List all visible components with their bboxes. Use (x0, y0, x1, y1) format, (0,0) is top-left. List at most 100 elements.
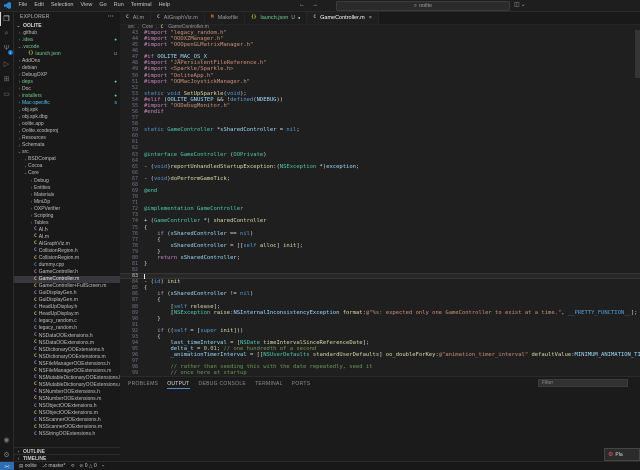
repo-status-item[interactable]: ▤ oolite (19, 463, 37, 469)
tree-item[interactable]: CNSNumberOOExtensions.m (14, 395, 120, 402)
tree-item[interactable]: ⌄.vscode (14, 43, 120, 50)
editor-scrollbar[interactable] (635, 30, 640, 78)
output-filter-input[interactable] (538, 379, 628, 387)
tree-item[interactable]: ›debian (14, 64, 120, 71)
search-icon[interactable]: ⌕ (0, 26, 13, 41)
tab-gamecontroller.m[interactable]: CGameController.m× (307, 11, 379, 24)
explorer-icon[interactable]: ❐ (0, 11, 13, 26)
panel-tab-terminal[interactable]: TERMINAL (255, 378, 283, 389)
tab-launch.json[interactable]: {}launch.jsonU● (245, 11, 307, 24)
tree-item[interactable]: CAIGraphViz.m (14, 240, 120, 247)
tree-item[interactable]: CNSMutableDictionaryOOExtensions.h (14, 374, 120, 381)
tree-item[interactable]: ›.idea● (14, 36, 120, 43)
tree-item[interactable]: ›Cocoa (14, 163, 120, 170)
tree-item[interactable]: ›Entities (14, 184, 120, 191)
tree-item[interactable]: CNSDictionaryOOExtensions.m (14, 353, 120, 360)
panel-tab-problems[interactable]: PROBLEMS (128, 378, 158, 389)
tree-item[interactable]: ›Scripting (14, 212, 120, 219)
sync-button[interactable]: ⟲ (71, 463, 75, 469)
tree-item[interactable]: CNSFileManagerOOExtensions.h (14, 360, 120, 367)
tree-item[interactable]: ›obj.spk.dbg (14, 114, 120, 121)
customize-layout-button[interactable]: ◫ ⌄ (514, 1, 526, 10)
close-icon[interactable]: × (369, 15, 372, 21)
tree-item[interactable]: ›Debug (14, 177, 120, 184)
tree-item[interactable]: ›DebugOXP (14, 71, 120, 78)
tree-item[interactable]: Clegacy_random.h (14, 325, 120, 332)
menu-help[interactable]: Help (155, 0, 173, 11)
tree-item[interactable]: ›oolite.app (14, 121, 120, 128)
tree-item[interactable]: ›Tables (14, 219, 120, 226)
tree-item[interactable]: ⌄src (14, 149, 120, 156)
settings-gear-icon[interactable]: ⚙ (0, 447, 13, 462)
menu-go[interactable]: Go (96, 0, 110, 11)
tree-item[interactable]: ›Materials (14, 191, 120, 198)
tree-item[interactable]: CCollisionRegion.h (14, 247, 120, 254)
tree-item[interactable]: CGameController.m (14, 276, 120, 283)
tree-item[interactable]: CGuiDisplayGen.m (14, 297, 120, 304)
remote-explorer-icon[interactable]: ▭ (0, 86, 13, 101)
tree-item[interactable]: CAI.m (14, 233, 120, 240)
menu-edit[interactable]: Edit (31, 0, 47, 11)
tree-item[interactable]: ›BSDCompat (14, 156, 120, 163)
tree-item[interactable]: ›Oolite.xcodeproj (14, 128, 120, 135)
tree-item[interactable]: CNSObjectOOExtensions.h (14, 402, 120, 409)
tree-item[interactable]: CNSStringOOExtensions.h (14, 431, 120, 438)
command-center-search[interactable]: ⌕ oolite (336, 1, 510, 11)
branch-status-item[interactable]: ⎇ master* (42, 463, 66, 469)
tree-item[interactable]: ›Mac-specific5 (14, 99, 120, 106)
tree-item[interactable]: ›Schemata (14, 142, 120, 149)
notification-toast[interactable]: ⚙ Pla (604, 448, 640, 461)
tree-item[interactable]: Cdummy.cpp (14, 262, 120, 269)
panel-tab-output[interactable]: OUTPUT (167, 378, 189, 389)
tree-item[interactable]: CNSMutableDictionaryOOExtensions.m (14, 381, 120, 388)
code-editor[interactable]: 43#import "legacy_random.h"44#import "OO… (120, 30, 640, 377)
tree-item[interactable]: CGuiDisplayGen.h (14, 290, 120, 297)
tree-item[interactable]: CAI.h (14, 226, 120, 233)
nav-forward-icon[interactable]: → (312, 0, 318, 11)
menu-terminal[interactable]: Terminal (127, 0, 155, 11)
tree-item[interactable]: ›deps● (14, 78, 120, 85)
tree-item[interactable]: ›OXPVerifier (14, 205, 120, 212)
tree-item[interactable]: {}launch.jsonU (14, 50, 120, 57)
tree-item[interactable]: CGameController+FullScreen.m (14, 283, 120, 290)
tab-ai.m[interactable]: CAI.m (120, 11, 151, 24)
tree-item[interactable]: CNSObjectOOExtensions.m (14, 410, 120, 417)
workspace-section-header[interactable]: ⌄ OOLITE (14, 22, 120, 29)
tree-item[interactable]: ›obj.spk (14, 107, 120, 114)
tree-item[interactable]: Clegacy_random.c (14, 318, 120, 325)
problems-status-item[interactable]: ⊘ 0 △ 0 (79, 463, 96, 469)
tree-item[interactable]: CNSScannerOOExtensions.m (14, 424, 120, 431)
menu-view[interactable]: View (77, 0, 96, 11)
panel-tab-debug-console[interactable]: DEBUG CONSOLE (199, 378, 247, 389)
remote-indicator[interactable]: >< (0, 462, 14, 470)
tree-item[interactable]: CGameController.h (14, 269, 120, 276)
tree-item[interactable]: CNSScannerOOExtensions.h (14, 417, 120, 424)
tree-item[interactable]: CHeadUpDisplay.m (14, 311, 120, 318)
more-actions-icon[interactable]: ⋯ (108, 13, 114, 20)
extensions-icon[interactable]: ⊞ (0, 71, 13, 86)
tree-item[interactable]: CNSDataOOExtensions.h (14, 332, 120, 339)
tree-item[interactable]: ›.github (14, 29, 120, 36)
menu-selection[interactable]: Selection (47, 0, 77, 11)
broadcast-status-item[interactable]: ⌁ (102, 463, 105, 469)
menu-file[interactable]: File (15, 0, 31, 11)
tree-item[interactable]: ›Doc (14, 85, 120, 92)
tab-aigraphviz.m[interactable]: CAIGraphViz.m (151, 11, 205, 24)
tree-item[interactable]: CNSFileManagerOOExtensions.m (14, 367, 120, 374)
tree-item[interactable]: CHeadUpDisplay.h (14, 304, 120, 311)
account-icon[interactable]: ◉ (0, 432, 13, 447)
tree-item[interactable]: ›AddOns (14, 57, 120, 64)
tree-item[interactable]: CCollisionRegion.m (14, 255, 120, 262)
tree-item[interactable]: ›Resources (14, 135, 120, 142)
tree-item[interactable]: CNSNumberOOExtensions.h (14, 388, 120, 395)
nav-back-icon[interactable]: ← (299, 0, 305, 11)
run-debug-icon[interactable]: ▷ (0, 56, 13, 71)
tree-item[interactable]: ›MiniZip (14, 198, 120, 205)
tree-item[interactable]: ›installers● (14, 92, 120, 99)
tree-item[interactable]: CNSDictionaryOOExtensions.h (14, 346, 120, 353)
source-control-icon[interactable]: Ψ1 (0, 41, 13, 56)
tree-item[interactable]: CNSDataOOExtensions.m (14, 339, 120, 346)
tree-item[interactable]: ⌄Core (14, 170, 120, 177)
tab-makefile[interactable]: MMakefile (205, 11, 245, 24)
menu-run[interactable]: Run (110, 0, 127, 11)
